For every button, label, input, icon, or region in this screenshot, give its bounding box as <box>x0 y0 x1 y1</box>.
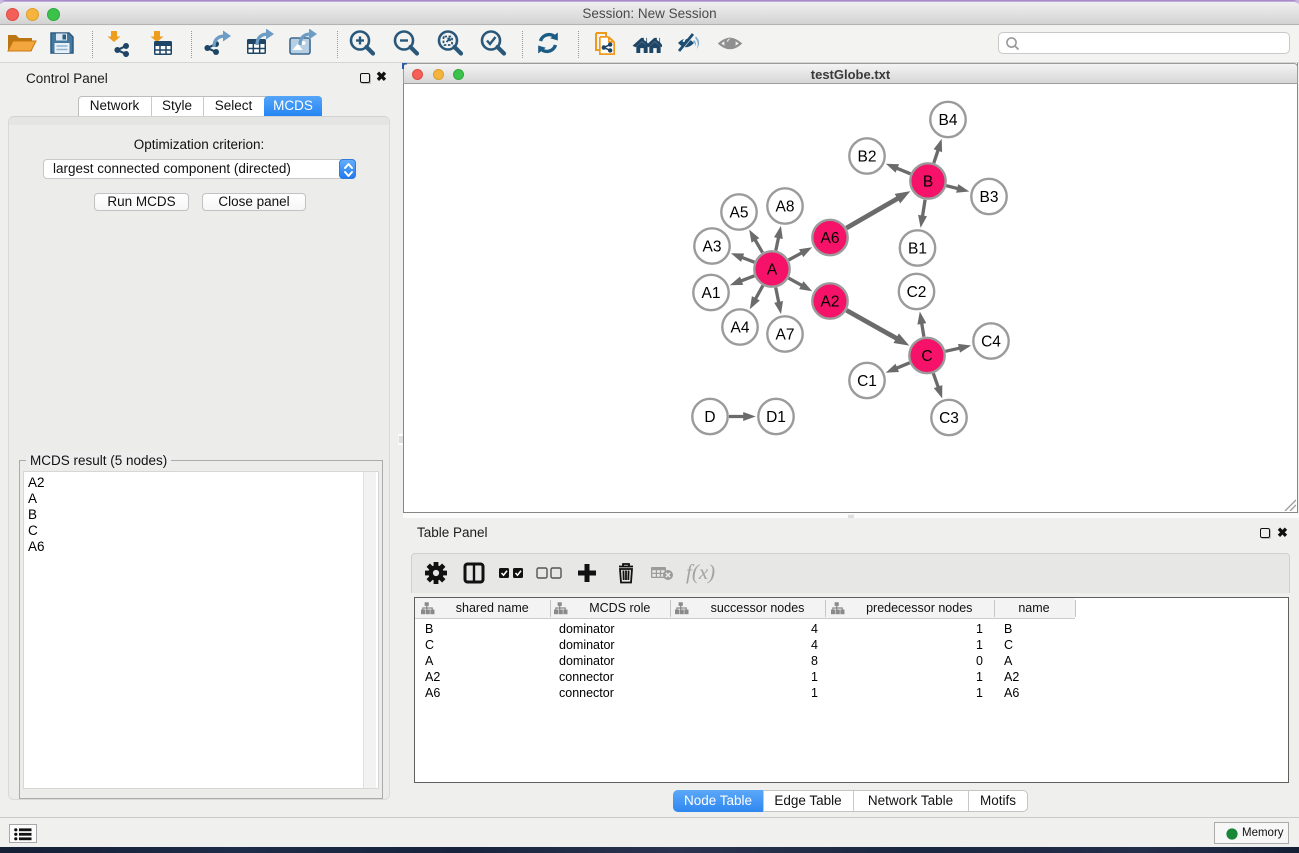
svg-text:C2: C2 <box>907 284 927 301</box>
svg-text:A4: A4 <box>731 320 750 337</box>
svg-text:B2: B2 <box>858 149 877 166</box>
svg-text:B4: B4 <box>939 112 958 129</box>
svg-text:C1: C1 <box>857 373 877 390</box>
svg-text:C4: C4 <box>981 334 1001 351</box>
svg-text:B3: B3 <box>980 189 999 206</box>
svg-text:D1: D1 <box>766 409 786 426</box>
svg-text:D: D <box>704 409 715 426</box>
svg-text:C3: C3 <box>939 410 959 427</box>
svg-text:A5: A5 <box>730 205 749 222</box>
svg-text:A6: A6 <box>821 230 840 247</box>
svg-text:B1: B1 <box>908 241 927 258</box>
svg-text:A7: A7 <box>776 327 795 344</box>
svg-text:A: A <box>767 262 778 279</box>
svg-text:A8: A8 <box>776 199 795 216</box>
svg-text:A1: A1 <box>702 285 721 302</box>
svg-text:A2: A2 <box>821 294 840 311</box>
svg-text:B: B <box>923 174 933 191</box>
svg-text:A3: A3 <box>703 239 722 256</box>
svg-text:C: C <box>921 348 932 365</box>
